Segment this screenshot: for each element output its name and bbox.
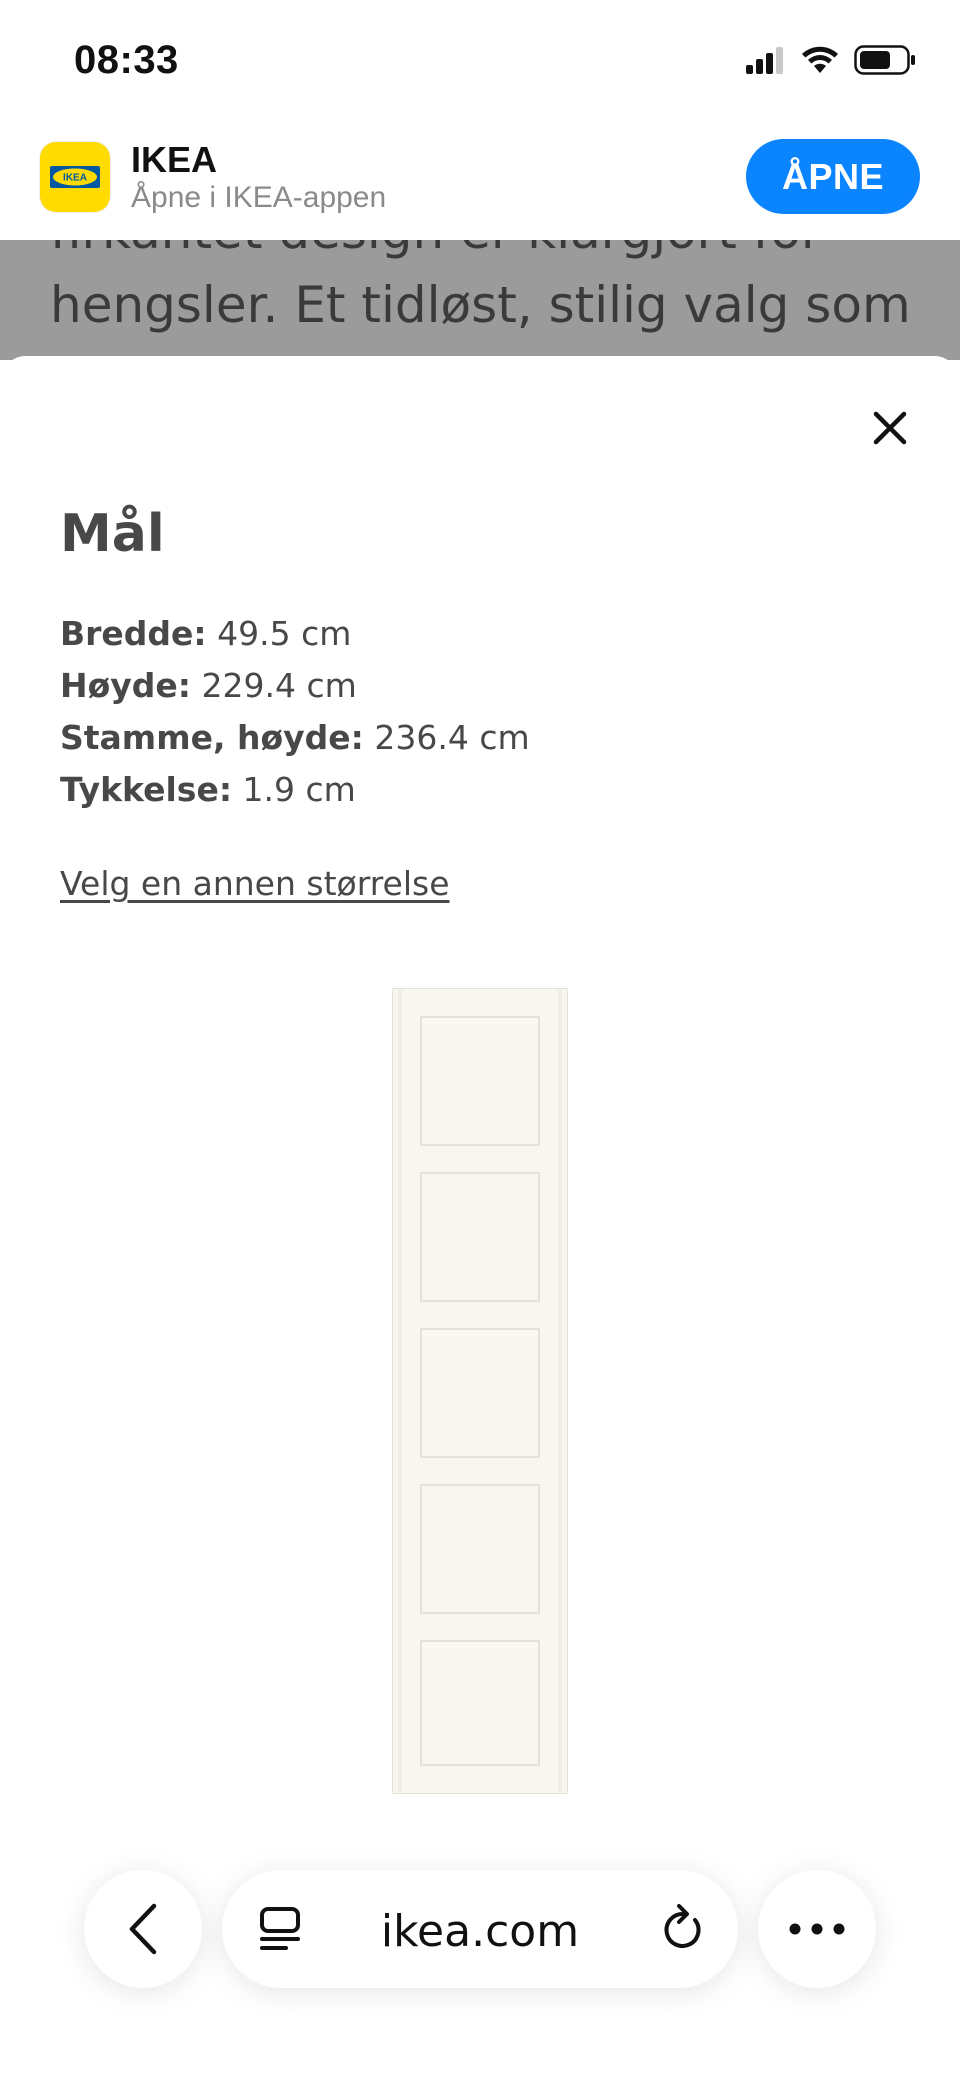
- dimensions-list: Bredde: 49.5 cm Høyde: 229.4 cm Stamme, …: [60, 614, 530, 822]
- ikea-logo-icon: IKEA: [50, 166, 100, 188]
- status-icons: [746, 40, 916, 80]
- status-bar: 08:33: [0, 0, 960, 125]
- dimension-value: 236.4 cm: [374, 718, 530, 757]
- close-icon: [873, 411, 907, 445]
- ikea-logo-text: IKEA: [63, 173, 87, 184]
- wifi-icon: [802, 46, 838, 73]
- dimension-value: 229.4 cm: [201, 666, 357, 705]
- dimension-label: Bredde:: [60, 614, 207, 653]
- product-image: [392, 988, 568, 1794]
- more-button[interactable]: [758, 1870, 876, 1988]
- back-button[interactable]: [84, 1870, 202, 1988]
- background-text-line: firkantet design er klargjort for: [50, 240, 821, 260]
- background-text-line: hengsler. Et tidløst, stilig valg som: [50, 276, 911, 334]
- dimension-label: Stamme, høyde:: [60, 718, 364, 757]
- ikea-app-icon[interactable]: IKEA: [40, 142, 110, 212]
- app-name: IKEA: [131, 139, 218, 180]
- open-app-button[interactable]: ÅPNE: [746, 139, 920, 214]
- close-button[interactable]: [866, 404, 914, 452]
- dimmed-page-content: firkantet design er klargjort for hengsl…: [0, 240, 960, 360]
- dimension-label: Tykkelse:: [60, 770, 233, 809]
- choose-other-size-link[interactable]: Velg en annen størrelse: [60, 864, 450, 903]
- dimension-row-thickness: Tykkelse: 1.9 cm: [60, 770, 530, 822]
- dimension-label: Høyde:: [60, 666, 192, 705]
- address-bar[interactable]: ikea.com: [222, 1870, 738, 1988]
- smart-app-banner: IKEA IKEA Åpne i IKEA-appen ÅPNE: [0, 125, 960, 240]
- browser-toolbar: ikea.com: [0, 1870, 960, 1998]
- dimension-row-width: Bredde: 49.5 cm: [60, 614, 530, 666]
- app-subtitle: Åpne i IKEA-appen: [131, 181, 387, 214]
- reload-icon[interactable]: [660, 1902, 706, 1954]
- more-icon: [789, 1923, 845, 1935]
- dimension-value: 49.5 cm: [217, 614, 352, 653]
- dimension-row-frame-height: Stamme, høyde: 236.4 cm: [60, 718, 530, 770]
- cellular-signal-icon: [746, 47, 783, 74]
- dimension-row-height: Høyde: 229.4 cm: [60, 666, 530, 718]
- status-time: 08:33: [74, 38, 179, 82]
- dimensions-sheet: Mål Bredde: 49.5 cm Høyde: 229.4 cm Stam…: [0, 356, 960, 2078]
- dimension-value: 1.9 cm: [242, 770, 356, 809]
- chevron-left-icon: [129, 1903, 157, 1955]
- battery-icon: [854, 45, 915, 75]
- sheet-title: Mål: [60, 504, 165, 564]
